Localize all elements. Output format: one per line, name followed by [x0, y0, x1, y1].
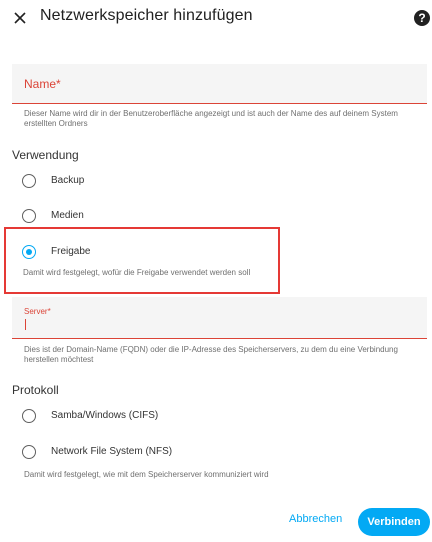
radio-button[interactable] [22, 409, 36, 423]
radio-button[interactable] [22, 174, 36, 188]
server-field[interactable]: Server* [12, 297, 427, 339]
radio-button[interactable] [22, 209, 36, 223]
server-helper-text: Dies ist der Domain-Name (FQDN) oder die… [24, 345, 398, 364]
usage-helper-text: Damit wird festgelegt, wofür die Freigab… [23, 268, 251, 277]
connect-button[interactable]: Verbinden [358, 508, 430, 536]
protocol-section-title: Protokoll [12, 383, 59, 397]
close-icon[interactable] [13, 11, 27, 25]
name-helper-text: Dieser Name wird dir in der Benutzerober… [24, 109, 398, 128]
name-field-label: Name* [24, 77, 61, 91]
radio-button[interactable] [22, 445, 36, 459]
protocol-helper-text: Damit wird festgelegt, wie mit dem Speic… [24, 470, 269, 479]
name-field[interactable]: Name* [12, 64, 427, 104]
radio-label: Medien [51, 210, 84, 221]
radio-label: Network File System (NFS) [51, 446, 173, 457]
text-cursor [25, 319, 26, 330]
server-field-label: Server* [24, 307, 51, 316]
radio-label: Samba/Windows (CIFS) [51, 410, 159, 421]
radio-button-selected[interactable] [22, 245, 36, 259]
usage-section-title: Verwendung [12, 148, 79, 162]
radio-label: Freigabe [51, 246, 91, 257]
help-icon[interactable]: ? [414, 10, 430, 26]
highlight-box [4, 227, 280, 294]
dialog-title: Netzwerkspeicher hinzufügen [40, 7, 253, 24]
radio-label: Backup [51, 175, 85, 186]
cancel-button[interactable]: Abbrechen [289, 513, 342, 525]
dialog-header: Netzwerkspeicher hinzufügen ? [0, 0, 432, 44]
